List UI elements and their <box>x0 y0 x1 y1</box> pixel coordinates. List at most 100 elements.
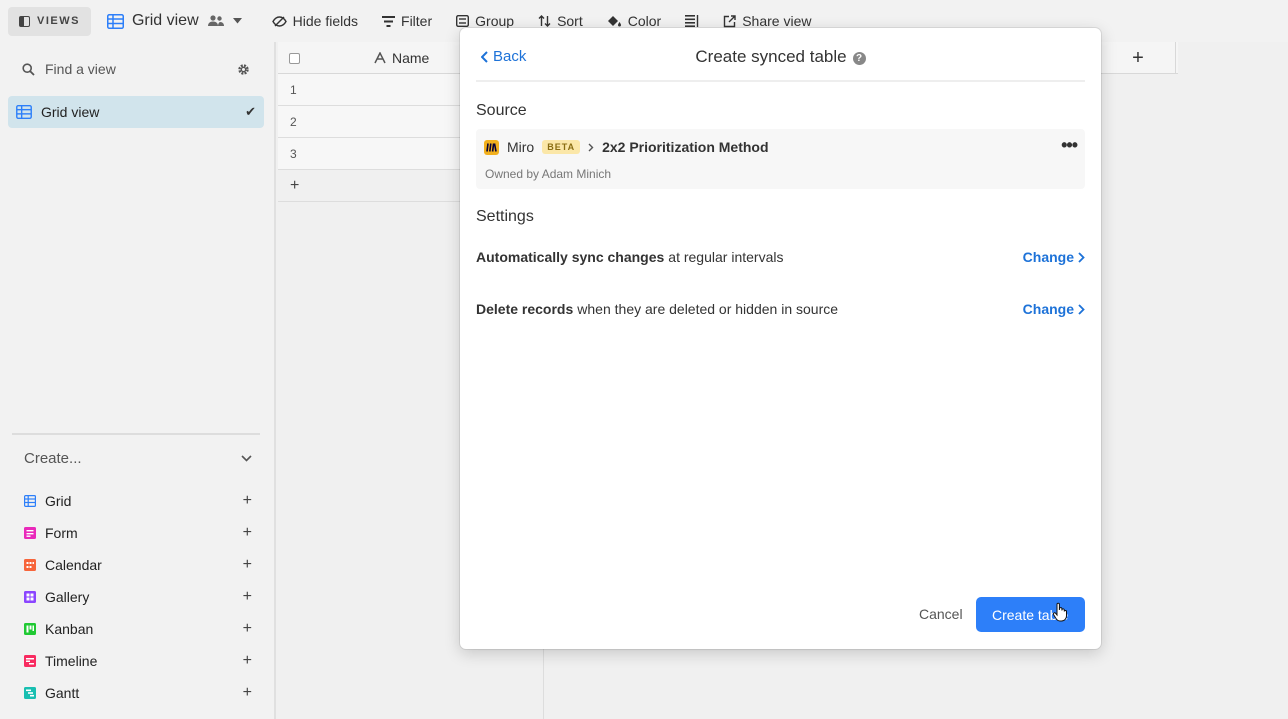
more-options-icon[interactable]: ••• <box>1061 135 1078 156</box>
create-table-button[interactable]: Create table <box>976 597 1085 632</box>
filter-label: Filter <box>401 13 433 29</box>
dialog-title: Create synced table? <box>476 47 1085 67</box>
sidebar-view-grid[interactable]: Grid view ✔ <box>8 96 264 128</box>
find-view-placeholder: Find a view <box>45 61 116 77</box>
plus-icon: + <box>242 524 252 541</box>
back-button[interactable]: Back <box>481 48 526 65</box>
calendar-icon <box>24 559 36 571</box>
source-app-name: Miro <box>507 139 535 155</box>
search-icon <box>22 62 35 76</box>
checkmark-icon: ✔ <box>245 104 256 119</box>
plus-icon: + <box>242 556 252 573</box>
chevron-left-icon <box>481 50 488 63</box>
grid-view-icon <box>16 105 32 119</box>
create-grid-view[interactable]: Grid + <box>24 489 252 513</box>
chevron-right-icon <box>1078 303 1085 315</box>
create-form-view[interactable]: Form + <box>24 521 252 545</box>
chevron-right-icon <box>588 143 594 151</box>
select-all-checkbox[interactable] <box>289 53 300 64</box>
share-icon <box>724 14 736 27</box>
group-icon <box>456 15 470 27</box>
sidebar-divider <box>12 433 260 435</box>
filter-button[interactable]: Filter <box>382 13 432 29</box>
share-view-button[interactable]: Share view <box>723 13 811 29</box>
create-item-label: Kanban <box>45 621 94 637</box>
hide-fields-label: Hide fields <box>292 13 359 29</box>
sort-label: Sort <box>557 13 583 29</box>
grid-icon <box>24 495 36 507</box>
change-sync-button[interactable]: Change <box>1023 249 1085 265</box>
plus-icon: + <box>242 620 252 637</box>
current-view-selector[interactable]: Grid view <box>106 12 242 30</box>
row-height-button[interactable] <box>685 15 699 27</box>
views-label: VIEWS <box>37 15 80 27</box>
current-view-name: Grid view <box>131 12 199 29</box>
plus-icon: + <box>242 684 252 701</box>
change-delete-button[interactable]: Change <box>1023 301 1085 317</box>
create-item-label: Calendar <box>45 557 102 573</box>
sort-button[interactable]: Sort <box>538 13 583 29</box>
dialog-title-text: Create synced table <box>695 47 847 66</box>
add-row-plus: + <box>290 176 300 194</box>
gear-icon[interactable] <box>237 63 250 76</box>
sort-icon <box>538 15 551 27</box>
group-button[interactable]: Group <box>456 13 514 29</box>
sidebar-view-label: Grid view <box>41 104 100 120</box>
create-gallery-view[interactable]: Gallery + <box>24 585 252 609</box>
create-item-label: Timeline <box>45 653 98 669</box>
setting-text: at regular intervals <box>668 249 784 265</box>
source-card: Miro BETA 2x2 Prioritization Method Owne… <box>476 129 1085 189</box>
views-sidebar: Find a view Grid view ✔ Create... Grid +… <box>0 42 276 719</box>
back-label: Back <box>493 48 527 65</box>
eye-slash-icon <box>271 15 287 27</box>
plus-icon: + <box>242 588 252 605</box>
grid-view-icon <box>106 13 124 29</box>
source-board-name: 2x2 Prioritization Method <box>602 139 769 155</box>
beta-badge: BETA <box>542 140 581 154</box>
gallery-icon <box>24 591 36 603</box>
name-column-header[interactable]: Name <box>374 50 429 66</box>
create-item-label: Gantt <box>45 685 80 701</box>
create-timeline-view[interactable]: Timeline + <box>24 649 252 673</box>
change-label: Change <box>1022 249 1074 265</box>
setting-bold-text: Delete records <box>476 301 574 317</box>
timeline-icon <box>24 655 36 667</box>
form-icon <box>24 527 36 539</box>
create-item-label: Grid <box>45 493 72 509</box>
create-calendar-view[interactable]: Calendar + <box>24 553 252 577</box>
collaborators-icon <box>207 15 224 26</box>
kanban-icon <box>24 623 36 635</box>
plus-icon: + <box>242 652 252 669</box>
gantt-icon <box>24 687 36 699</box>
group-label: Group <box>475 13 515 29</box>
filter-icon <box>382 15 396 27</box>
hide-fields-button[interactable]: Hide fields <box>271 13 359 29</box>
hand-cursor-icon <box>1052 602 1067 622</box>
create-gantt-view[interactable]: Gantt + <box>24 681 252 705</box>
color-button[interactable]: Color <box>607 13 661 29</box>
row-height-icon <box>685 15 699 27</box>
help-icon[interactable]: ? <box>852 52 866 65</box>
create-item-label: Form <box>45 525 78 541</box>
plus-icon: + <box>242 492 252 509</box>
create-kanban-view[interactable]: Kanban + <box>24 617 252 641</box>
dialog-header: Create synced table? Back <box>476 28 1085 82</box>
create-view-header[interactable]: Create... <box>24 450 252 467</box>
chevron-down-icon <box>241 455 252 462</box>
views-toggle-button[interactable]: VIEWS <box>8 6 91 36</box>
color-label: Color <box>627 13 662 29</box>
create-label: Create... <box>24 450 82 467</box>
chevron-down-icon <box>232 18 242 24</box>
setting-bold-text: Automatically sync changes <box>476 249 665 265</box>
find-view-search[interactable]: Find a view <box>8 54 264 84</box>
sync-interval-setting: Automatically sync changes at regular in… <box>476 247 1085 267</box>
source-section-title: Source <box>476 102 527 119</box>
text-field-icon <box>374 52 386 64</box>
miro-logo-icon <box>484 139 499 155</box>
create-synced-table-dialog: Create synced table? Back Source Miro BE… <box>460 28 1101 649</box>
chevron-right-icon <box>1078 251 1085 263</box>
source-line: Miro BETA 2x2 Prioritization Method <box>484 139 769 155</box>
row-number: 1 <box>290 82 297 97</box>
add-column-button[interactable]: + <box>1100 42 1176 74</box>
cancel-button[interactable]: Cancel <box>919 606 963 622</box>
